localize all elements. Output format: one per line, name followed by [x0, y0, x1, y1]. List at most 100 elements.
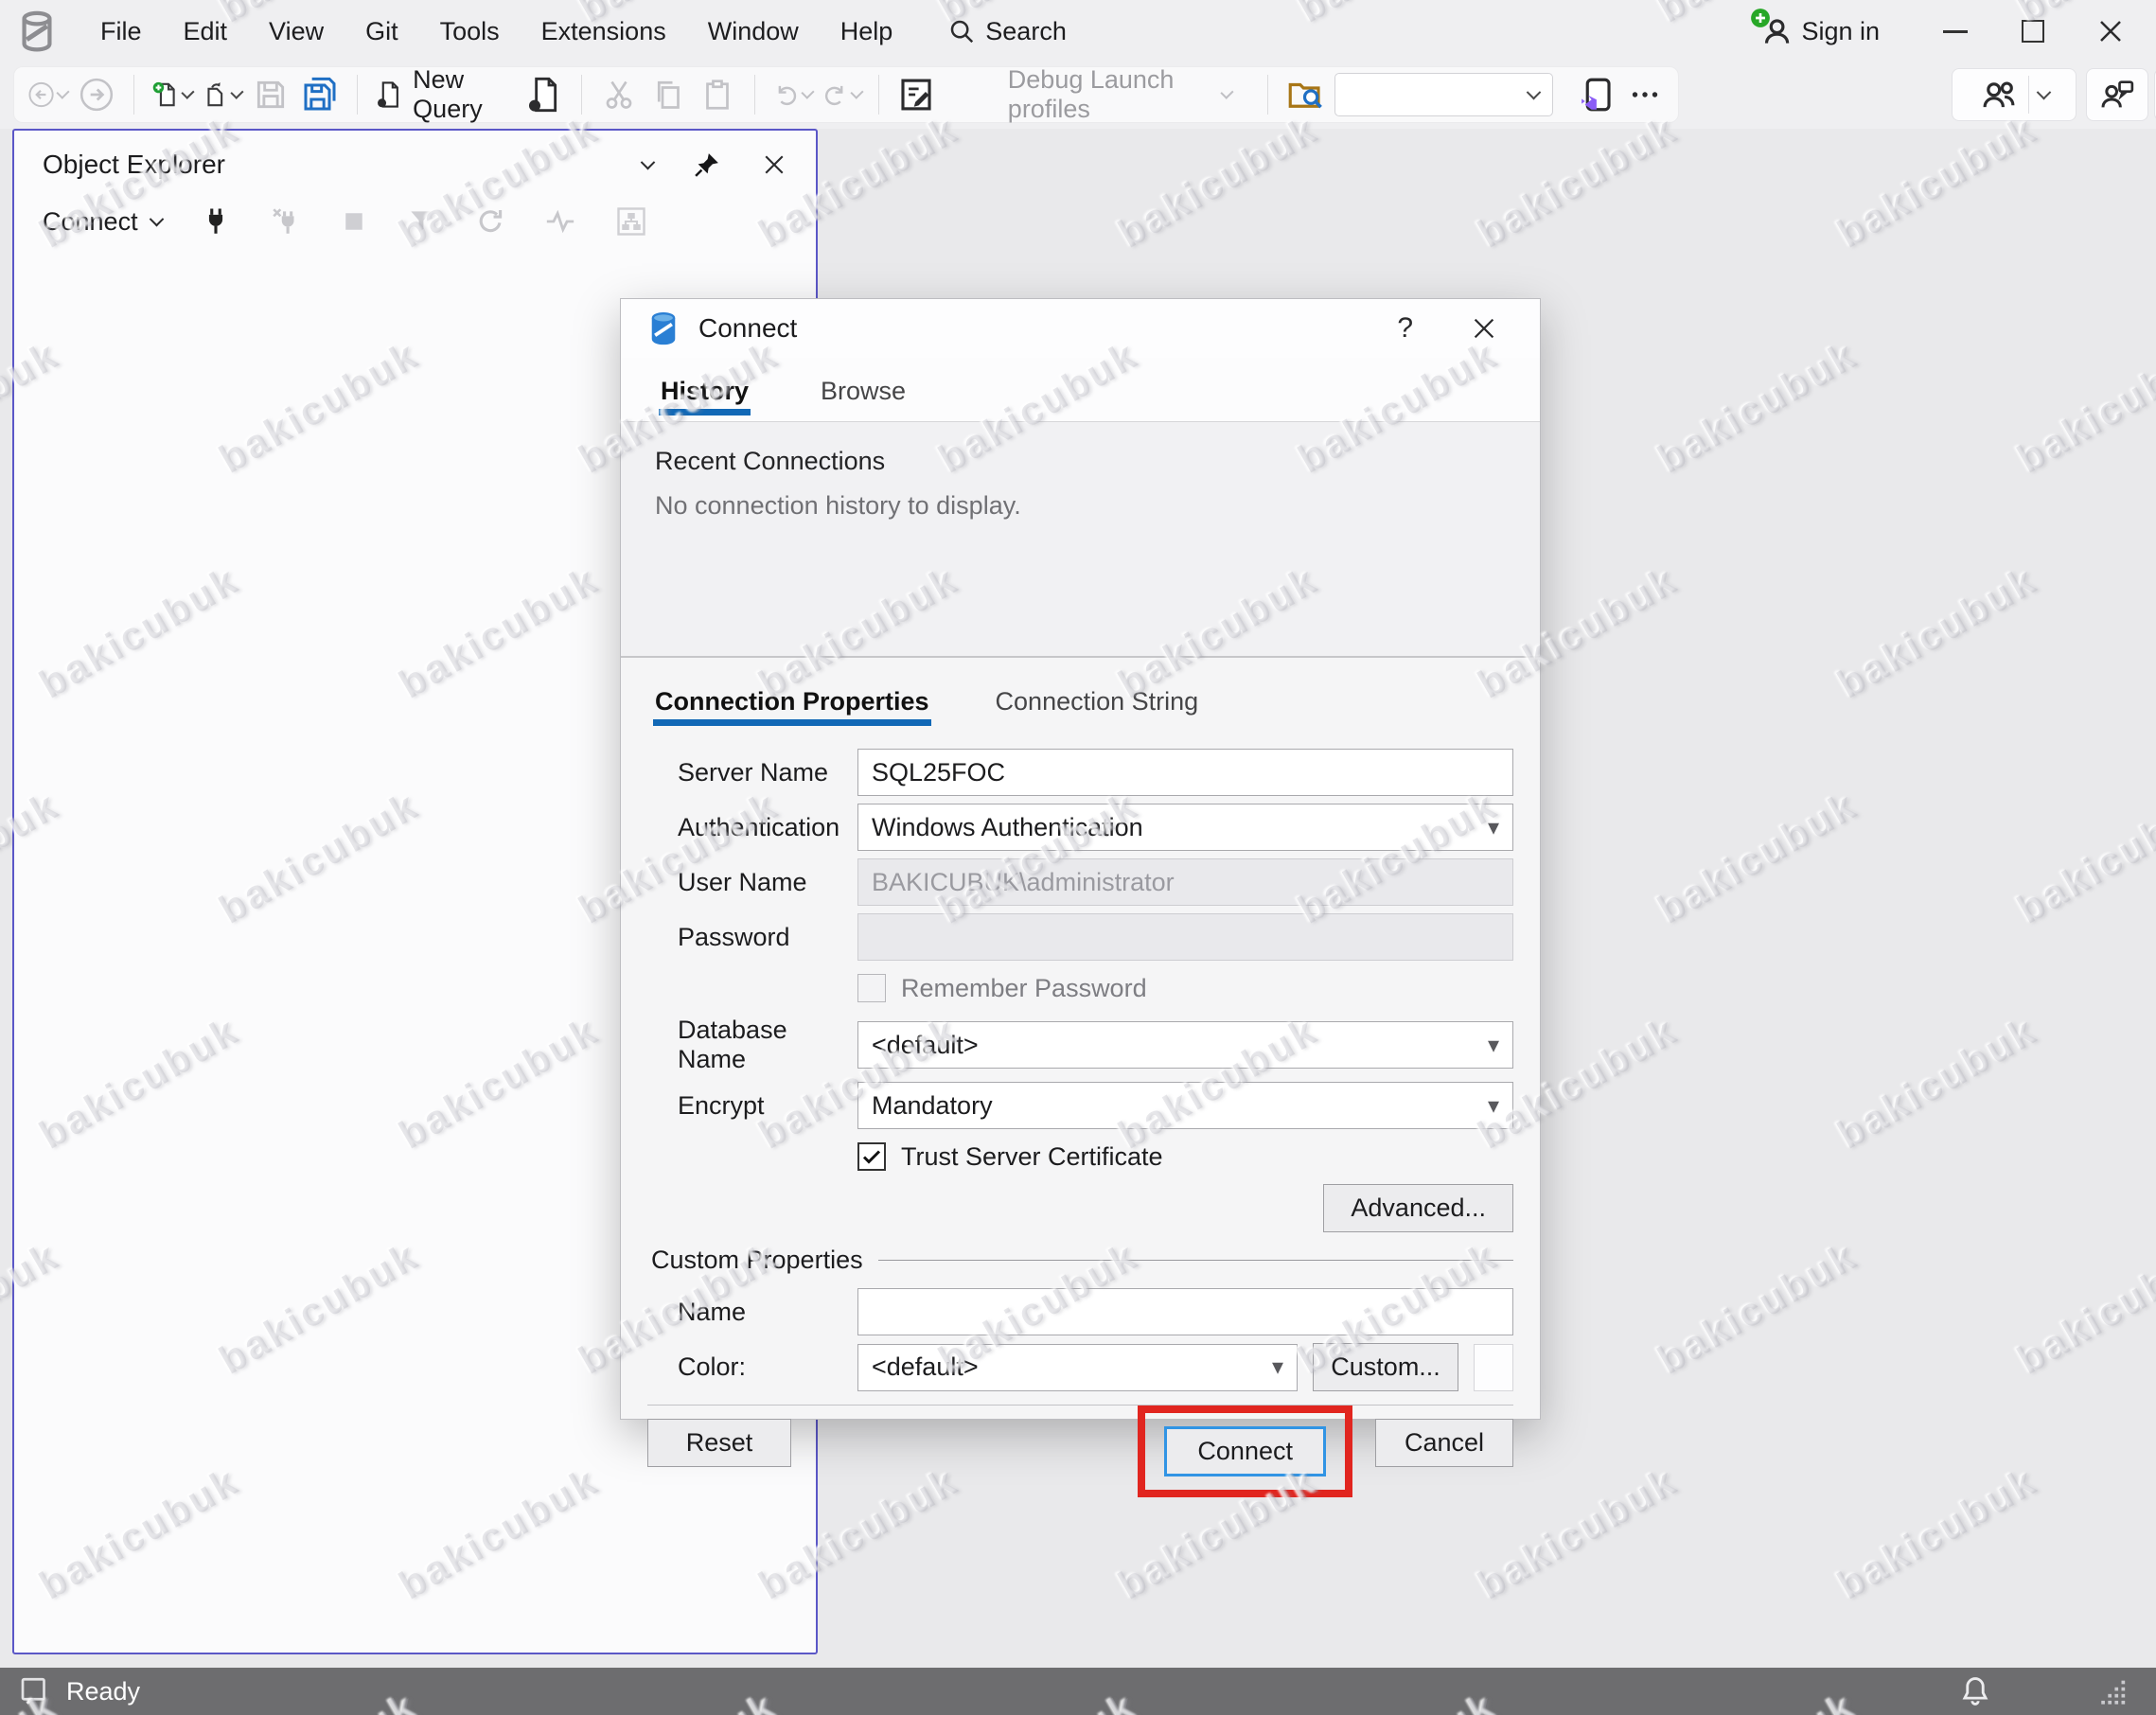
- custom-properties-divider: [877, 1260, 1513, 1261]
- encrypt-row: Encrypt Mandatory ▾: [678, 1082, 1513, 1129]
- sign-in-icon: [1751, 9, 1794, 49]
- authentication-select[interactable]: Windows Authentication ▾: [857, 804, 1513, 851]
- recent-connections-heading: Recent Connections: [655, 447, 886, 475]
- watermark-text: bakicubuk: [1650, 331, 1865, 482]
- trust-server-certificate-checkbox[interactable]: [857, 1142, 886, 1171]
- tab-history[interactable]: History: [659, 367, 751, 421]
- status-bar: Ready: [0, 1668, 2156, 1715]
- custom-name-input[interactable]: [857, 1288, 1513, 1335]
- remember-password-checkbox[interactable]: [857, 974, 886, 1002]
- cancel-button[interactable]: Cancel: [1375, 1419, 1513, 1467]
- app-window: File Edit View Git Tools Extensions Wind…: [0, 0, 2156, 1715]
- disconnect-plug-icon[interactable]: [270, 205, 302, 238]
- search-box[interactable]: Search: [947, 17, 1067, 46]
- connection-properties-section: Connection Properties Connection String …: [621, 658, 1540, 1497]
- find-in-files-button[interactable]: [1285, 72, 1325, 117]
- toolbar-separator: [877, 75, 879, 115]
- debug-profiles-chevron-icon: [1220, 85, 1234, 99]
- menu-extensions[interactable]: Extensions: [521, 8, 687, 56]
- debug-launch-profiles-label: Debug Launch profiles: [1007, 65, 1175, 123]
- menu-window[interactable]: Window: [687, 8, 820, 56]
- minimize-button[interactable]: [1925, 5, 1986, 58]
- encrypt-value: Mandatory: [872, 1090, 993, 1120]
- database-diagram-icon[interactable]: [614, 204, 648, 239]
- close-panel-icon[interactable]: [761, 151, 787, 178]
- user-name-input[interactable]: BAKICUBUK\administrator: [857, 858, 1513, 906]
- user-name-row: User Name BAKICUBUK\administrator: [678, 858, 1513, 906]
- cut-button[interactable]: [599, 72, 639, 117]
- tab-connection-properties[interactable]: Connection Properties: [653, 678, 931, 732]
- help-button[interactable]: ?: [1397, 312, 1413, 345]
- toolbar-overflow-button[interactable]: [1625, 72, 1665, 117]
- dialog-title-bar: Connect ?: [621, 299, 1540, 358]
- dialog-close-icon[interactable]: [1470, 314, 1498, 343]
- forward-icon: [80, 78, 114, 112]
- watermark-text: bakicubuk: [1650, 782, 1865, 932]
- redo-button[interactable]: [822, 72, 864, 117]
- password-row: Password: [678, 913, 1513, 961]
- menu-git[interactable]: Git: [345, 8, 419, 56]
- paste-button[interactable]: [698, 72, 737, 117]
- tab-browse[interactable]: Browse: [819, 367, 908, 421]
- authentication-label: Authentication: [678, 812, 840, 841]
- toolbar-separator: [580, 75, 582, 115]
- panel-options-chevron-icon[interactable]: [640, 154, 656, 169]
- menu-file[interactable]: File: [80, 8, 163, 56]
- notifications-bell-icon[interactable]: [1957, 1673, 1993, 1709]
- save-button[interactable]: [251, 72, 291, 117]
- stop-icon[interactable]: [340, 207, 368, 236]
- menu-edit[interactable]: Edit: [163, 8, 249, 56]
- debug-launch-profiles-dropdown[interactable]: Debug Launch profiles: [1002, 65, 1234, 123]
- refresh-icon[interactable]: [474, 205, 506, 238]
- advanced-row: Advanced...: [647, 1184, 1513, 1232]
- new-query-current-connection-button[interactable]: [524, 72, 564, 117]
- tab-connection-string[interactable]: Connection String: [994, 678, 1201, 732]
- selection-edit-button[interactable]: [896, 72, 936, 117]
- undo-button[interactable]: [772, 72, 815, 117]
- watermark-text: bakicubuk: [1829, 106, 2045, 256]
- activity-monitor-icon[interactable]: [544, 205, 576, 238]
- advanced-button[interactable]: Advanced...: [1323, 1184, 1513, 1232]
- watermark-text: bakicubuk: [1470, 1458, 1686, 1608]
- connect-plug-icon[interactable]: [200, 205, 232, 238]
- encrypt-select[interactable]: Mandatory ▾: [857, 1082, 1513, 1129]
- menu-tools[interactable]: Tools: [419, 8, 521, 56]
- navigate-forward-button[interactable]: [77, 72, 116, 117]
- menu-view[interactable]: View: [248, 8, 345, 56]
- navigate-back-button[interactable]: [27, 72, 70, 117]
- feedback-button[interactable]: [2086, 68, 2148, 121]
- sign-in-button[interactable]: Sign in: [1751, 9, 1908, 49]
- custom-color-select[interactable]: <default> ▾: [857, 1343, 1298, 1391]
- close-window-button[interactable]: [2080, 5, 2141, 58]
- server-name-row: Server Name SQL25FOC: [678, 749, 1513, 796]
- new-file-button[interactable]: [151, 72, 195, 117]
- database-name-select[interactable]: <default> ▾: [857, 1021, 1513, 1069]
- new-query-button[interactable]: New Query: [375, 65, 515, 123]
- combo-chevron-icon: [1526, 84, 1542, 99]
- password-input[interactable]: [857, 913, 1513, 961]
- watermark-text: bakicubuk: [1650, 1232, 1865, 1383]
- oe-connect-dropdown[interactable]: Connect: [43, 207, 164, 237]
- open-file-button[interactable]: [202, 72, 244, 117]
- maximize-button[interactable]: [2003, 5, 2063, 58]
- save-all-button[interactable]: [300, 72, 340, 117]
- connect-button[interactable]: Connect: [1164, 1426, 1326, 1476]
- resize-grip-icon[interactable]: [2097, 1675, 2129, 1707]
- pin-icon[interactable]: [693, 150, 721, 179]
- app-icon: [15, 9, 59, 53]
- copy-button[interactable]: [648, 72, 688, 117]
- undo-icon: [778, 85, 796, 106]
- paste-icon: [705, 80, 729, 110]
- search-combo-box[interactable]: [1334, 73, 1554, 116]
- menu-help[interactable]: Help: [820, 8, 914, 56]
- custom-color-row: Color: <default> ▾ Custom...: [678, 1343, 1513, 1391]
- reset-button[interactable]: Reset: [647, 1419, 791, 1467]
- custom-color-button[interactable]: Custom...: [1313, 1343, 1459, 1391]
- new-query-label: New Query: [413, 65, 483, 123]
- minimize-icon: [1943, 29, 1968, 33]
- server-name-input[interactable]: SQL25FOC: [857, 749, 1513, 796]
- redo-icon: [824, 85, 843, 106]
- accounts-group-button[interactable]: [1952, 68, 2076, 121]
- open-in-vs-button[interactable]: [1576, 72, 1616, 117]
- filter-icon[interactable]: [406, 206, 436, 237]
